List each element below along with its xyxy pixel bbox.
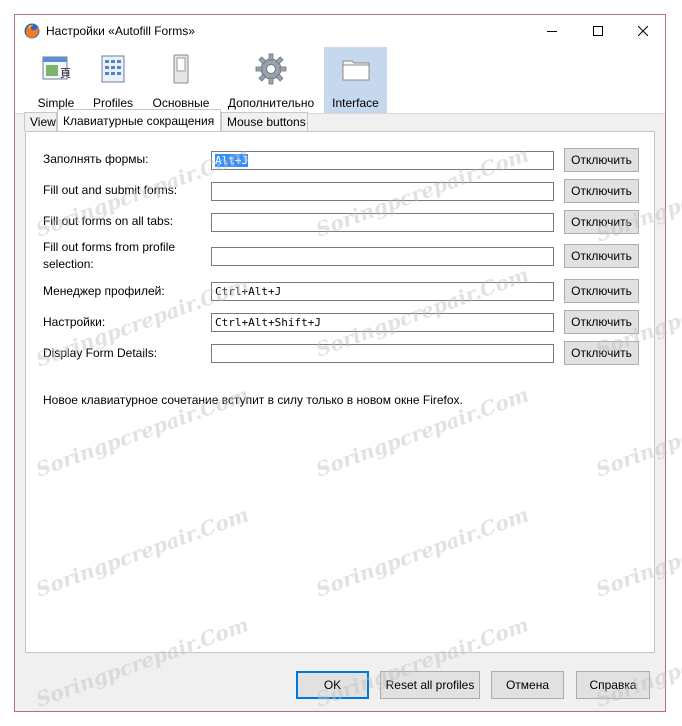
tool-label: Основные <box>152 96 210 110</box>
main-switch-icon <box>173 54 189 84</box>
shortcut-form-details-field[interactable] <box>211 344 554 363</box>
shortcuts-panel: Заполнять формы: Alt+J Отключить Fill ou… <box>25 131 655 653</box>
shortcut-value: Alt+J <box>215 154 249 167</box>
title-bar[interactable]: Настройки «Autofill Forms» <box>15 15 665 47</box>
maximize-icon <box>593 26 603 36</box>
firefox-icon <box>24 23 40 39</box>
shortcut-settings-field[interactable]: Ctrl+Alt+Shift+J <box>211 313 554 332</box>
disable-button[interactable]: Отключить <box>564 244 639 268</box>
shortcut-fill-submit-field[interactable] <box>211 182 554 201</box>
tool-label: Simple <box>37 96 75 110</box>
profiles-icon <box>101 55 125 83</box>
tool-main[interactable]: Основные <box>146 47 216 113</box>
close-icon <box>638 26 648 36</box>
svg-text:頁: 頁 <box>60 67 71 80</box>
shortcut-profile-selection-field[interactable] <box>211 247 554 266</box>
reset-profiles-button[interactable]: Reset all profiles <box>380 671 480 699</box>
tab-keyboard-shortcuts[interactable]: Клавиатурные сокращения <box>57 109 221 131</box>
shortcut-label: Менеджер профилей: <box>43 284 165 298</box>
simple-icon: 頁 <box>42 56 71 80</box>
tool-interface[interactable]: Interface <box>324 47 387 113</box>
ok-button[interactable]: OK <box>296 671 369 699</box>
tab-strip: View Клавиатурные сокращения Mouse butto… <box>15 109 665 132</box>
shortcut-label: selection: <box>43 257 94 271</box>
tool-label: Profiles <box>92 96 133 110</box>
restart-note: Новое клавиатурное сочетание вступит в с… <box>43 393 463 407</box>
shortcut-label: Fill out forms from profile <box>43 240 176 254</box>
minimize-icon <box>547 31 557 32</box>
tool-profiles[interactable]: Profiles <box>86 47 140 113</box>
disable-button[interactable]: Отключить <box>564 279 639 303</box>
help-button[interactable]: Справка <box>576 671 650 699</box>
disable-button[interactable]: Отключить <box>564 179 639 203</box>
shortcut-label: Fill out and submit forms: <box>43 183 178 197</box>
disable-button[interactable]: Отключить <box>564 210 639 234</box>
tab-mouse-buttons[interactable]: Mouse buttons <box>221 112 308 131</box>
disable-button[interactable]: Отключить <box>564 148 639 172</box>
shortcut-label: Display Form Details: <box>43 346 158 360</box>
disable-button[interactable]: Отключить <box>564 341 639 365</box>
disable-button[interactable]: Отключить <box>564 310 639 334</box>
tool-simple[interactable]: 頁 Simple <box>32 47 80 113</box>
maximize-button[interactable] <box>575 15 621 47</box>
close-button[interactable] <box>620 15 666 47</box>
tool-advanced[interactable]: Дополнительно <box>222 47 320 113</box>
tool-label: Interface <box>332 96 379 110</box>
shortcut-label: Заполнять формы: <box>43 152 149 166</box>
minimize-button[interactable] <box>529 15 575 47</box>
tab-view[interactable]: View <box>24 112 57 131</box>
gear-icon <box>255 53 287 85</box>
tool-label: Дополнительно <box>227 96 315 110</box>
shortcut-profile-manager-field[interactable]: Ctrl+Alt+J <box>211 282 554 301</box>
settings-dialog: Настройки «Autofill Forms» 頁 Simple Prof… <box>14 14 666 712</box>
shortcut-label: Fill out forms on all tabs: <box>43 214 174 228</box>
shortcut-label: Настройки: <box>43 315 106 329</box>
window-title: Настройки «Autofill Forms» <box>46 24 195 38</box>
shortcut-fill-forms-field[interactable]: Alt+J <box>211 151 554 170</box>
category-toolbar: 頁 Simple Profiles Основные Дополнительно… <box>15 47 665 114</box>
folder-icon <box>342 60 369 81</box>
shortcut-all-tabs-field[interactable] <box>211 213 554 232</box>
cancel-button[interactable]: Отмена <box>491 671 564 699</box>
